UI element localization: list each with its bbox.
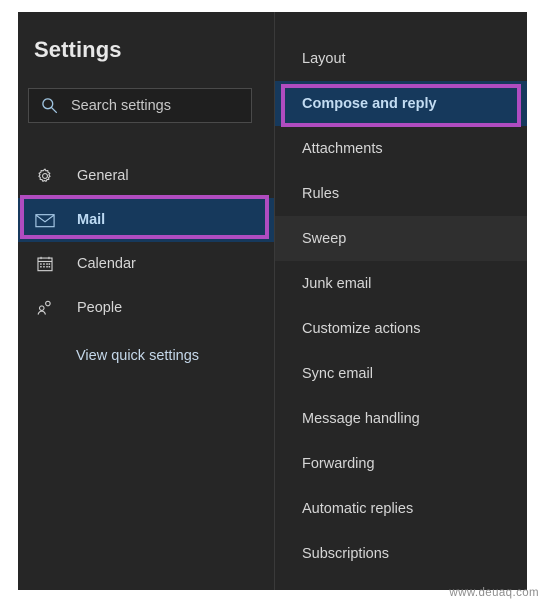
category-item-sync-email[interactable]: Sync email	[275, 351, 527, 396]
category-list: Layout Compose and reply Attachments Rul…	[275, 36, 527, 576]
watermark: www.deuaq.com	[449, 587, 539, 599]
category-item-forwarding[interactable]: Forwarding	[275, 441, 527, 486]
category-item-label: Message handling	[302, 410, 420, 427]
page-title: Settings	[34, 37, 122, 62]
category-item-label: Rules	[302, 185, 340, 202]
search-input[interactable]: Search settings	[28, 88, 252, 123]
settings-nav-list: General Mail Calendar People	[18, 154, 274, 330]
sidebar-item-mail[interactable]: Mail	[18, 198, 274, 242]
category-item-attachments[interactable]: Attachments	[275, 126, 527, 171]
category-item-label: Compose and reply	[302, 95, 437, 112]
settings-nav-pane: Settings Search settings General Mail Ca…	[18, 12, 275, 590]
screenshot-canvas: Settings Search settings General Mail Ca…	[0, 0, 543, 603]
category-item-junk-email[interactable]: Junk email	[275, 261, 527, 306]
people-icon	[34, 298, 56, 318]
category-item-label: Customize actions	[302, 320, 421, 337]
envelope-icon	[34, 210, 56, 230]
sidebar-item-people[interactable]: People	[18, 286, 274, 330]
category-item-label: Sync email	[302, 365, 373, 382]
sidebar-item-label: General	[77, 168, 129, 184]
sidebar-item-label: People	[77, 300, 123, 316]
category-item-label: Subscriptions	[302, 545, 390, 562]
category-item-label: Automatic replies	[302, 500, 414, 517]
category-item-label: Layout	[302, 50, 346, 67]
sidebar-item-calendar[interactable]: Calendar	[18, 242, 274, 286]
category-item-rules[interactable]: Rules	[275, 171, 527, 216]
category-item-subscriptions[interactable]: Subscriptions	[275, 531, 527, 576]
category-item-sweep[interactable]: Sweep	[275, 216, 527, 261]
category-item-label: Attachments	[302, 140, 383, 157]
gear-icon	[34, 166, 56, 186]
category-item-compose-and-reply[interactable]: Compose and reply	[275, 81, 527, 126]
sidebar-item-label: Calendar	[77, 256, 136, 272]
search-icon	[41, 97, 58, 114]
category-item-automatic-replies[interactable]: Automatic replies	[275, 486, 527, 531]
category-item-label: Junk email	[302, 275, 372, 292]
sidebar-item-general[interactable]: General	[18, 154, 274, 198]
category-item-customize-actions[interactable]: Customize actions	[275, 306, 527, 351]
settings-dialog: Settings Search settings General Mail Ca…	[18, 12, 527, 590]
category-item-label: Forwarding	[302, 455, 375, 472]
search-placeholder: Search settings	[71, 97, 171, 114]
category-item-label: Sweep	[302, 230, 347, 247]
settings-category-pane: Layout Compose and reply Attachments Rul…	[275, 12, 527, 590]
view-quick-settings-link[interactable]: View quick settings	[76, 348, 199, 364]
category-item-message-handling[interactable]: Message handling	[275, 396, 527, 441]
category-item-layout[interactable]: Layout	[275, 36, 527, 81]
calendar-icon	[34, 254, 56, 274]
sidebar-item-label: Mail	[77, 212, 106, 228]
